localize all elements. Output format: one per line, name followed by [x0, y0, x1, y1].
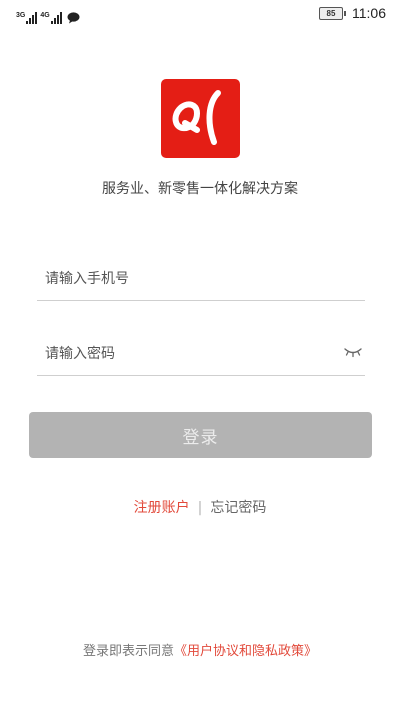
network-label-3g: 3G — [16, 12, 26, 19]
tagline: 服务业、新零售一体化解决方案 — [102, 181, 298, 197]
login-button[interactable]: 登录 — [29, 412, 372, 458]
app-logo — [161, 79, 240, 158]
password-input[interactable] — [45, 335, 325, 373]
signal-4g: 4G — [40, 12, 62, 24]
signal-bars-icon — [26, 12, 38, 24]
password-field — [37, 335, 365, 376]
eye-closed-icon[interactable] — [343, 345, 363, 359]
qi-logo-icon — [172, 90, 221, 145]
signal-bars-icon — [50, 12, 62, 24]
register-link[interactable]: 注册账户 — [134, 500, 190, 516]
network-label-4g: 4G — [40, 12, 50, 19]
link-divider: | — [197, 500, 203, 516]
agreement-prefix: 登录即表示同意 — [82, 644, 174, 659]
message-icon — [67, 12, 80, 24]
account-links: 注册账户 | 忘记密码 — [0, 497, 400, 517]
clock: 11:06 — [352, 5, 386, 21]
forgot-password-link[interactable]: 忘记密码 — [210, 500, 266, 516]
status-bar: 3G 4G 85 11:06 — [0, 0, 400, 28]
status-right: 85 11:06 — [319, 5, 386, 21]
battery-icon: 85 — [319, 6, 346, 20]
phone-field — [37, 260, 365, 301]
agreement-link[interactable]: 《用户协议和隐私政策》 — [174, 644, 317, 659]
battery-level: 85 — [319, 6, 343, 20]
phone-input[interactable] — [45, 260, 325, 298]
status-left: 3G 4G — [16, 4, 80, 24]
agreement-notice: 登录即表示同意《用户协议和隐私政策》 — [0, 640, 400, 659]
signal-3g: 3G — [16, 12, 38, 24]
